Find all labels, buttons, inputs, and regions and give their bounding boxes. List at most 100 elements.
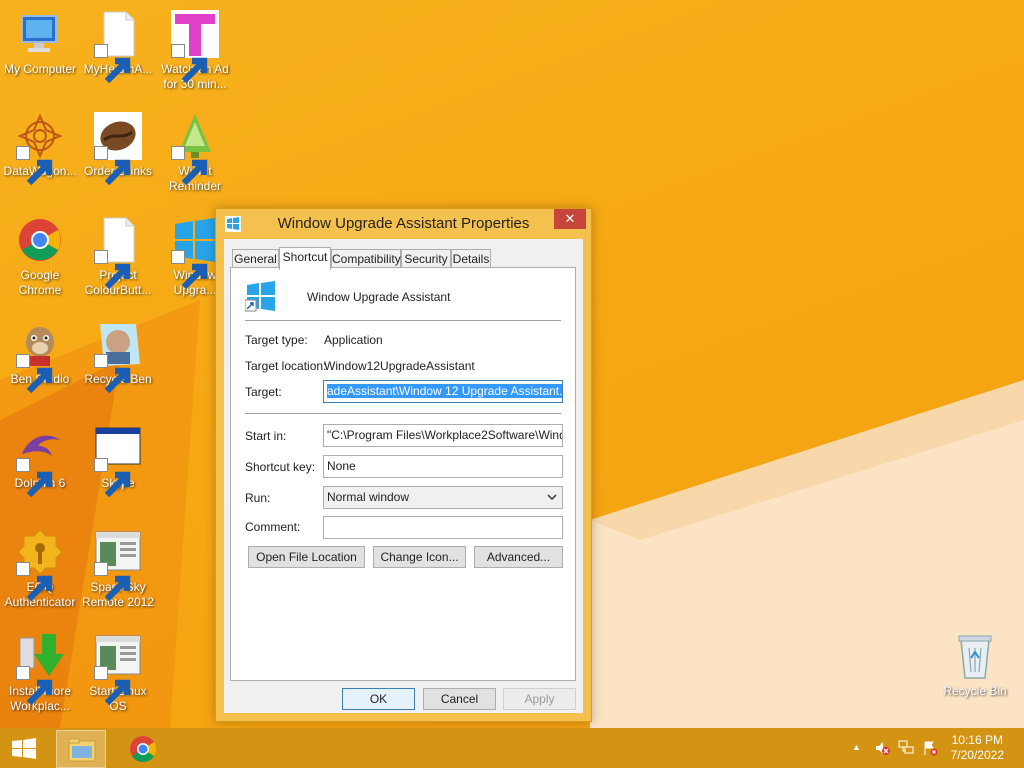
run-select-value: Normal window bbox=[327, 490, 410, 504]
start-in-field[interactable]: "C:\Program Files\Workplace2Software\Win… bbox=[323, 424, 563, 447]
cancel-button[interactable]: Cancel bbox=[423, 688, 496, 710]
shortcut-arrow-icon bbox=[16, 562, 53, 602]
target-type-label: Target type: bbox=[245, 333, 308, 347]
target-field[interactable]: adeAssistant\Window 12 Upgrade Assistant… bbox=[323, 380, 563, 403]
separator bbox=[245, 413, 561, 414]
desktop-icon-myhealth[interactable]: MyHealthA... bbox=[78, 10, 158, 84]
chrome-icon bbox=[16, 216, 64, 264]
speaker-muted-icon[interactable] bbox=[874, 740, 890, 756]
chrome-icon bbox=[130, 736, 157, 763]
shortcut-arrow-icon bbox=[171, 146, 208, 186]
icon-label: Google Chrome bbox=[18, 268, 62, 297]
dolphin-icon bbox=[16, 424, 64, 498]
desktop-icon-install-more[interactable]: Install more Workplac... bbox=[0, 632, 80, 714]
window-app-icon bbox=[94, 528, 142, 602]
desktop-icon-dolphin-6[interactable]: Dolphin 6 bbox=[0, 424, 80, 498]
file-icon bbox=[94, 10, 142, 84]
file-icon bbox=[94, 216, 142, 290]
comment-field[interactable] bbox=[323, 516, 563, 539]
network-icon[interactable] bbox=[898, 740, 914, 756]
app-large-icon bbox=[244, 280, 277, 312]
tab-security[interactable]: Security bbox=[401, 249, 451, 269]
close-button[interactable]: ✕ bbox=[554, 209, 586, 229]
photo-icon bbox=[94, 320, 142, 394]
desktop-icon-order-drinks[interactable]: Order Drinks bbox=[78, 112, 158, 186]
change-icon-button[interactable]: Change Icon... bbox=[373, 546, 466, 568]
shortcut-arrow-icon bbox=[171, 44, 208, 84]
start-button[interactable] bbox=[6, 736, 42, 762]
window-app-icon bbox=[94, 632, 142, 706]
shortcut-arrow-icon bbox=[16, 666, 53, 706]
icon-label: My Computer bbox=[3, 62, 77, 76]
window-app-icon bbox=[94, 424, 142, 498]
windows-logo-icon bbox=[171, 216, 219, 290]
shortcut-arrow-icon bbox=[16, 146, 53, 186]
properties-dialog: Window Upgrade Assistant Properties ✕ Ge… bbox=[215, 208, 592, 722]
dialog-titlebar[interactable]: Window Upgrade Assistant Properties ✕ bbox=[216, 209, 591, 239]
badge-icon bbox=[16, 528, 64, 602]
computer-icon bbox=[16, 10, 64, 58]
run-select[interactable]: Normal window bbox=[323, 486, 563, 509]
dog-icon bbox=[16, 320, 64, 394]
tab-compatibility[interactable]: Compatibility bbox=[331, 249, 401, 269]
windows-logo-icon bbox=[12, 738, 36, 759]
taskbar: ▲ 10:16 PM 7/20/2022 bbox=[0, 728, 1024, 768]
clock-date: 7/20/2022 bbox=[950, 748, 1004, 762]
dialog-title: Window Upgrade Assistant Properties bbox=[277, 215, 530, 232]
open-file-location-button[interactable]: Open File Location bbox=[248, 546, 365, 568]
shortcut-arrow-icon bbox=[94, 44, 131, 84]
desktop-icon-datawagon[interactable]: DataWagon... bbox=[0, 112, 80, 186]
target-field-text: adeAssistant\Window 12 Upgrade Assistant… bbox=[327, 384, 562, 398]
shortcut-key-field[interactable]: None bbox=[323, 455, 563, 478]
coffee-bean-icon bbox=[94, 112, 142, 186]
target-location-value: Window12UpgradeAssistant bbox=[324, 359, 475, 373]
tree-icon bbox=[171, 112, 219, 186]
tab-shortcut[interactable]: Shortcut bbox=[279, 247, 331, 270]
shortcut-tab-panel: Window Upgrade Assistant Target type: Ap… bbox=[230, 267, 576, 681]
clock[interactable]: 10:16 PM 7/20/2022 bbox=[951, 733, 1004, 763]
desktop-icon-my-computer[interactable]: My Computer bbox=[0, 10, 80, 77]
run-label: Run: bbox=[245, 491, 271, 505]
desktop-icon-skype[interactable]: Skype bbox=[78, 424, 158, 498]
datawagon-icon bbox=[16, 112, 64, 186]
desktop-icon-google-chrome[interactable]: Google Chrome bbox=[0, 216, 80, 298]
shortcut-arrow-icon bbox=[94, 458, 131, 498]
ok-button[interactable]: OK bbox=[342, 688, 415, 710]
apply-button[interactable]: Apply bbox=[503, 688, 576, 710]
desktop-icon-eoq-authenticator[interactable]: EOQ Authenticator bbox=[0, 528, 80, 610]
advanced-button[interactable]: Advanced... bbox=[474, 546, 563, 568]
desktop-icon-spare-sky-remote[interactable]: Spare Sky Remote 2012 bbox=[78, 528, 158, 610]
target-type-value: Application bbox=[324, 333, 383, 347]
tab-general[interactable]: General bbox=[232, 249, 279, 269]
desktop-icon-ben-studio[interactable]: Ben Studio bbox=[0, 320, 80, 394]
folder-icon bbox=[68, 738, 96, 762]
shortcut-arrow-icon bbox=[94, 250, 131, 290]
dialog-body: General Shortcut Compatibility Security … bbox=[224, 239, 583, 713]
desktop-icon-start-linux-os[interactable]: Start Linux OS bbox=[78, 632, 158, 714]
shortcut-arrow-icon bbox=[16, 458, 53, 498]
tab-details[interactable]: Details bbox=[451, 249, 491, 269]
letter-t-icon bbox=[171, 10, 219, 84]
target-label: Target: bbox=[245, 385, 282, 399]
desktop-icon-wii-fit-reminder[interactable]: Wii Fit Reminder bbox=[155, 112, 235, 194]
desktop-icon-project-colourbutt[interactable]: Project ColourButt... bbox=[78, 216, 158, 298]
action-center-flag-icon[interactable] bbox=[922, 740, 938, 756]
shortcut-arrow-icon bbox=[94, 562, 131, 602]
shortcut-arrow-icon bbox=[16, 354, 53, 394]
shortcut-arrow-icon bbox=[94, 354, 131, 394]
download-arrow-icon bbox=[16, 632, 64, 706]
separator bbox=[245, 320, 561, 321]
taskbar-file-explorer[interactable] bbox=[56, 730, 106, 768]
chevron-down-icon bbox=[547, 494, 557, 501]
show-hidden-icons-button[interactable]: ▲ bbox=[852, 742, 868, 758]
shortcut-arrow-icon bbox=[94, 146, 131, 186]
taskbar-chrome[interactable] bbox=[118, 730, 168, 768]
recycle-bin-icon bbox=[951, 632, 999, 680]
start-in-label: Start in: bbox=[245, 429, 287, 443]
target-location-label: Target location: bbox=[245, 359, 327, 373]
app-name: Window Upgrade Assistant bbox=[307, 290, 451, 304]
desktop-icon-recycle-bin[interactable]: Recycle Bin bbox=[935, 632, 1015, 699]
desktop-icon-watch-an-ad[interactable]: Watch an Ad for 30 min... bbox=[155, 10, 235, 92]
desktop-icon-recycle-ben[interactable]: Recycle Ben bbox=[78, 320, 158, 394]
clock-time: 10:16 PM bbox=[951, 733, 1003, 747]
